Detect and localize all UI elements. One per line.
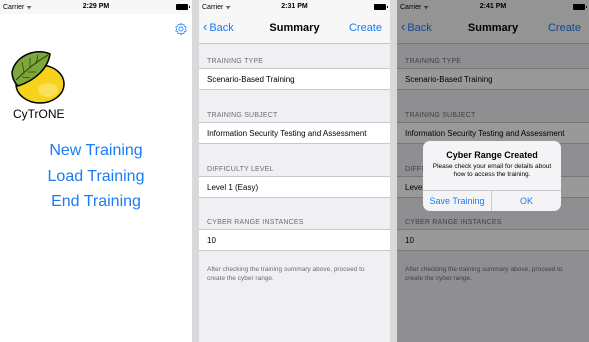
section-header-difficulty-level: DIFFICULTY LEVEL — [207, 166, 274, 173]
summary-footer-note: After checking the training summary abov… — [207, 266, 365, 282]
status-time: 2:31 PM — [281, 3, 308, 10]
summary-screen: Carrier ᯤ 2:31 PM ‹ Back Summary Create TR… — [199, 0, 390, 342]
section-header-cyber-range-instances: CYBER RANGE INSTANCES — [207, 219, 304, 226]
section-header-training-type: TRAINING TYPE — [207, 58, 264, 65]
settings-gear-icon[interactable] — [174, 22, 188, 36]
screen-divider — [390, 0, 397, 342]
status-bar: Carrier ᯤ 2:31 PM — [199, 0, 390, 14]
status-time: 2:29 PM — [82, 3, 110, 10]
end-training-button[interactable]: End Training — [0, 193, 192, 211]
alert-dialog: Cyber Range Created Please check your em… — [423, 141, 561, 211]
alert-button-row: Save Training OK — [423, 190, 561, 211]
save-training-button[interactable]: Save Training — [423, 191, 492, 211]
summary-screen-with-alert: Carrier ᯤ 2:41 PM ‹ Back Summary Create TR… — [397, 0, 589, 342]
screen-divider — [192, 0, 199, 342]
battery-icon — [176, 4, 190, 10]
status-bar: Carrier ᯤ 2:29 PM — [0, 0, 192, 14]
app-name-label: CyTrONE — [13, 107, 65, 121]
section-header-training-subject: TRAINING SUBJECT — [207, 112, 278, 119]
cytrone-logo-icon — [11, 51, 65, 104]
battery-icon — [374, 4, 388, 10]
cyber-range-instances-cell[interactable]: 10 — [199, 229, 390, 251]
ok-button[interactable]: OK — [492, 191, 561, 211]
training-type-cell[interactable]: Scenario-Based Training — [199, 68, 390, 90]
alert-message: Please check your email for details abou… — [432, 163, 552, 178]
navigation-bar: ‹ Back Summary Create — [199, 14, 390, 44]
training-subject-cell[interactable]: Information Security Testing and Assessm… — [199, 122, 390, 144]
create-button[interactable]: Create — [349, 22, 382, 34]
home-screen: Carrier ᯤ 2:29 PM CyTrONE New Training Lo… — [0, 0, 192, 342]
load-training-button[interactable]: Load Training — [0, 168, 192, 186]
alert-title: Cyber Range Created — [446, 150, 538, 160]
new-training-button[interactable]: New Training — [0, 142, 192, 160]
difficulty-level-cell[interactable]: Level 1 (Easy) — [199, 176, 390, 198]
